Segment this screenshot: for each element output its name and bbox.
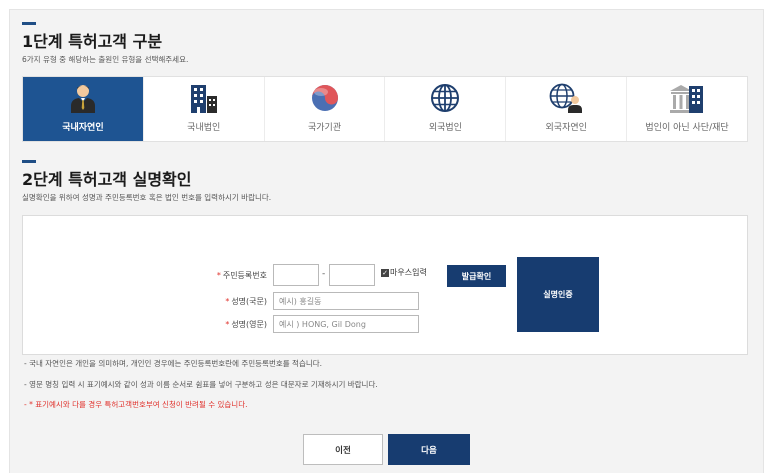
globe-person-icon: [549, 83, 583, 113]
rrn-dash: -: [322, 269, 326, 279]
mouse-input-checkbox[interactable]: ✓ 마우스입력: [381, 267, 427, 278]
person-icon: [66, 83, 100, 113]
checkbox-checked-icon: ✓: [381, 268, 389, 277]
name-en-input[interactable]: [273, 315, 419, 333]
globe-icon: [428, 83, 462, 113]
note-line: - 국내 자연인은 개인을 의미하며, 개인인 경우에는 주민등록번호란에 주민…: [24, 359, 323, 368]
rrn-back-input[interactable]: [329, 264, 375, 286]
rrn-front-input[interactable]: [273, 264, 319, 286]
page-container: 1단계 특허고객 구분 6가지 유형 중 해당하는 출원인 유형을 선택해주세요…: [9, 9, 764, 473]
type-label: 국내법인: [187, 123, 221, 133]
type-domestic-corporation[interactable]: 국내법인: [144, 77, 265, 141]
type-foreign-individual[interactable]: 외국자연인: [506, 77, 628, 141]
section-marker: [22, 160, 36, 163]
rrn-label: * 주민등록번호: [216, 271, 267, 280]
mouse-input-label: 마우스입력: [390, 268, 427, 277]
type-label: 외국법인: [428, 123, 462, 133]
type-non-corporate-association[interactable]: 법인이 아닌 사단/재단: [627, 77, 747, 141]
step2-description: 실명확인을 위하여 성명과 주민등록번호 혹은 법인 번호를 입력하시기 바랍니…: [22, 193, 272, 202]
section-marker: [22, 22, 36, 25]
type-government-agency[interactable]: 국가기관: [265, 77, 386, 141]
name-kr-label: * 성명(국문): [225, 297, 267, 306]
type-foreign-corporation[interactable]: 외국법인: [385, 77, 507, 141]
name-en-label: * 성명(영문): [225, 320, 267, 329]
step2-title: 2단계 특허고객 실명확인: [22, 170, 192, 189]
institution-icon: [670, 83, 704, 113]
type-label: 국가기관: [308, 123, 342, 133]
customer-type-selector: 국내자연인 국내법인 국가기관 외국법인 외국자연인 법인이 아닌 사단/재단: [22, 76, 748, 142]
name-kr-input[interactable]: [273, 292, 419, 310]
warning-note: - * 표기예시와 다를 경우 특허고객번호부여 신청이 반려될 수 있습니다.: [24, 400, 248, 409]
issue-check-button[interactable]: 발급확인: [447, 265, 506, 287]
type-label: 국내자연인: [62, 123, 104, 133]
prev-button[interactable]: 이전: [303, 434, 383, 465]
verify-button[interactable]: 실명인증: [517, 257, 599, 332]
next-button[interactable]: 다음: [388, 434, 470, 465]
type-label: 외국자연인: [545, 123, 587, 133]
step1-title: 1단계 특허고객 구분: [22, 32, 163, 51]
type-domestic-individual[interactable]: 국내자연인: [23, 77, 144, 141]
type-label: 법인이 아닌 사단/재단: [645, 123, 729, 133]
verification-form: *주민등록번호 - ✓ 마우스입력 발급확인 *성명(국문) *성명(영문) 실…: [22, 215, 748, 355]
step1-description: 6가지 유형 중 해당하는 출원인 유형을 선택해주세요.: [22, 55, 189, 64]
building-icon: [187, 83, 221, 113]
note-line: - 영문 명칭 입력 시 표기예시와 같이 성과 이름 순서로 쉼표를 넣어 구…: [24, 380, 378, 389]
taegeuk-icon: [308, 83, 342, 113]
